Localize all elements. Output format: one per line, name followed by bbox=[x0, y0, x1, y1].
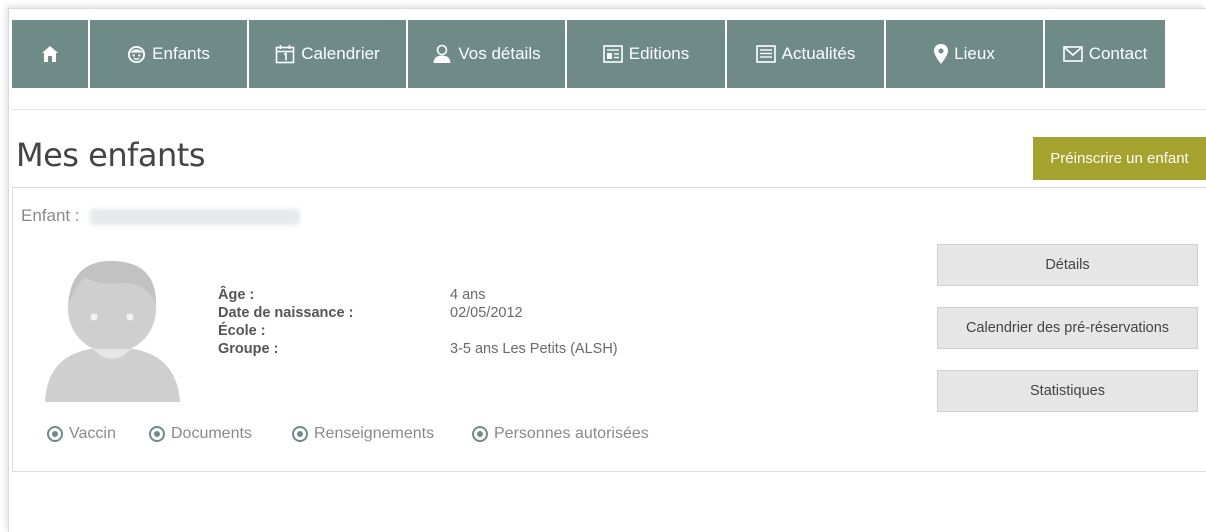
prereservation-calendar-button[interactable]: Calendrier des pré-réservations bbox=[937, 307, 1198, 349]
nav-editions[interactable]: Editions bbox=[567, 20, 725, 88]
nav-calendrier[interactable]: Calendrier bbox=[249, 20, 406, 88]
link-renseignements[interactable]: Renseignements bbox=[292, 425, 472, 443]
child-name-redacted bbox=[90, 208, 301, 225]
child-header: Enfant : bbox=[21, 206, 301, 226]
radio-dot-icon bbox=[472, 426, 488, 442]
nav-label: Calendrier bbox=[301, 44, 380, 63]
home-icon bbox=[41, 45, 59, 63]
preinscribe-child-button[interactable]: Préinscrire un enfant bbox=[1033, 137, 1206, 180]
radio-dot-icon bbox=[47, 426, 63, 442]
info-row-group: Groupe : 3-5 ans Les Petits (ALSH) bbox=[218, 340, 618, 358]
radio-dot-icon bbox=[292, 426, 308, 442]
info-row-age: Âge : 4 ans bbox=[218, 286, 618, 304]
child-face-icon bbox=[127, 45, 146, 64]
nav-label: Editions bbox=[628, 44, 690, 63]
group-label: Groupe : bbox=[218, 341, 279, 357]
group-value: 3-5 ans Les Petits (ALSH) bbox=[450, 341, 618, 357]
child-prefix: Enfant : bbox=[21, 206, 80, 225]
nav-lieux[interactable]: Lieux bbox=[886, 20, 1043, 88]
link-vaccin[interactable]: Vaccin bbox=[47, 425, 149, 443]
nav-enfants[interactable]: Enfants bbox=[90, 20, 247, 88]
radio-dot-icon bbox=[149, 426, 165, 442]
page-title: Mes enfants bbox=[16, 136, 205, 174]
nav-vos-details[interactable]: Vos détails bbox=[408, 20, 565, 88]
link-label: Personnes autorisées bbox=[494, 425, 649, 442]
nav-divider bbox=[12, 109, 1206, 110]
link-personnes-autorisees[interactable]: Personnes autorisées bbox=[472, 425, 649, 443]
birthdate-value: 02/05/2012 bbox=[450, 305, 523, 321]
details-button[interactable]: Détails bbox=[937, 244, 1198, 286]
nav-label: Vos détails bbox=[458, 44, 541, 63]
info-row-birthdate: Date de naissance : 02/05/2012 bbox=[218, 304, 618, 322]
newspaper-icon bbox=[755, 45, 776, 63]
link-documents[interactable]: Documents bbox=[149, 425, 292, 443]
nav-label: Contact bbox=[1088, 44, 1148, 63]
statistics-button[interactable]: Statistiques bbox=[937, 370, 1198, 412]
child-links: Vaccin Documents Renseignements Personne… bbox=[47, 425, 649, 443]
avatar-placeholder-icon bbox=[45, 260, 180, 402]
age-label: Âge : bbox=[218, 287, 255, 303]
nav-contact[interactable]: Contact bbox=[1045, 20, 1165, 88]
envelope-icon bbox=[1062, 46, 1083, 62]
link-label: Renseignements bbox=[314, 425, 435, 442]
nav-home[interactable] bbox=[12, 20, 88, 88]
map-pin-icon bbox=[934, 44, 949, 64]
birthdate-label: Date de naissance : bbox=[218, 305, 354, 321]
child-info: Âge : 4 ans Date de naissance : 02/05/20… bbox=[218, 286, 618, 358]
nav-actualites[interactable]: Actualités bbox=[727, 20, 884, 88]
link-label: Vaccin bbox=[69, 425, 116, 442]
link-label: Documents bbox=[171, 425, 252, 442]
calendar-icon bbox=[275, 44, 295, 64]
nav-label: Enfants bbox=[152, 44, 210, 63]
main-nav: Enfants Calendrier Vos détails Editions … bbox=[12, 20, 1167, 88]
child-avatar bbox=[45, 247, 180, 402]
age-value: 4 ans bbox=[450, 287, 486, 303]
school-label: École : bbox=[218, 323, 266, 339]
document-icon bbox=[602, 45, 623, 63]
nav-label: Lieux bbox=[954, 44, 995, 63]
user-icon bbox=[432, 44, 452, 64]
info-row-school: École : bbox=[218, 322, 618, 340]
nav-label: Actualités bbox=[781, 44, 856, 63]
